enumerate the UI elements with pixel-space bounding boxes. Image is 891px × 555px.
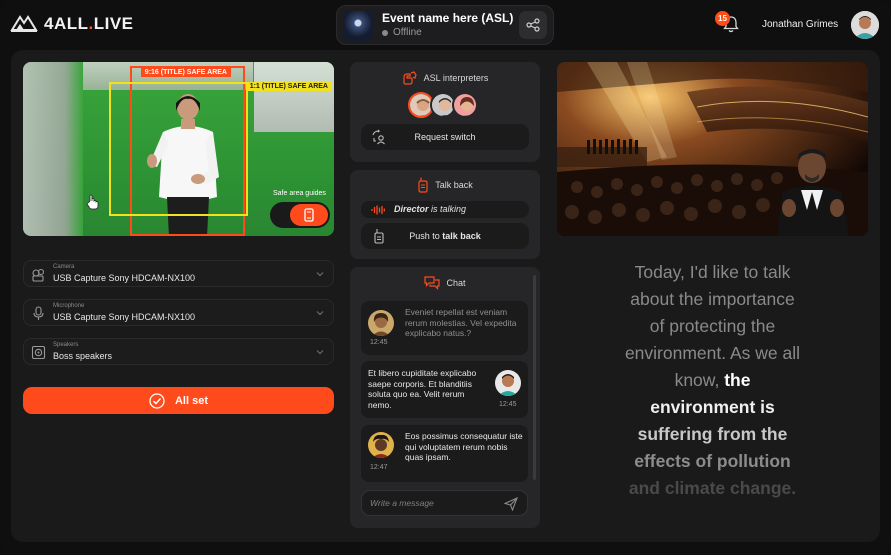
status-dot-icon — [382, 29, 388, 36]
push-to-talk-button[interactable]: Push to talk back — [361, 223, 529, 249]
safe-area-guides-label: Safe area guides — [273, 190, 326, 197]
caption-line: know, the — [674, 370, 751, 390]
event-title: Event name here (ASL) — [382, 11, 514, 25]
chevron-down-icon — [316, 272, 324, 277]
chat-message-text: Et libero cupiditate explicabo saepe cor… — [368, 368, 477, 410]
chat-message-text: Eveniet repellat est veniam rerum molest… — [405, 307, 517, 338]
logo-text: 4ALL.LIVE — [44, 14, 134, 33]
check-circle-icon — [149, 392, 165, 409]
live-captions: Today, I'd like to talk about the import… — [557, 259, 868, 502]
all-set-button[interactable]: All set — [23, 387, 334, 414]
caption-line: effects of pollution — [634, 451, 791, 471]
push-to-talk-label: Push to talk back — [409, 231, 481, 241]
talkback-status: Director is talking — [361, 201, 529, 218]
speakers-select-label: Speakers — [53, 342, 79, 348]
studio-softbox — [254, 62, 334, 132]
chat-avatar — [495, 370, 521, 396]
camera-icon — [32, 268, 45, 282]
speaker-icon — [31, 345, 46, 360]
speakers-select-value: Boss speakers — [53, 351, 113, 361]
user-name[interactable]: Jonathan Grimes — [762, 19, 838, 30]
safe-area-1-1-label: 1:1 (TITLE) SAFE AREA — [245, 82, 332, 91]
microphone-select-label: Microphone — [53, 303, 85, 309]
microphone-select-value: USB Capture Sony HDCAM-NX100 — [53, 312, 196, 322]
chat-avatar — [368, 310, 394, 336]
event-status: Offline — [382, 27, 422, 38]
walkie-talkie-icon — [374, 229, 384, 244]
interpreter-avatar[interactable] — [452, 92, 478, 118]
event-pill[interactable]: Event name here (ASL) Offline — [336, 5, 554, 45]
chat-message: Eveniet repellat est veniam rerum molest… — [361, 301, 528, 355]
event-thumbnail — [343, 11, 373, 41]
chat-header: Chat — [350, 276, 540, 290]
live-video-feed — [557, 62, 868, 236]
chat-input-box — [361, 490, 528, 516]
notification-badge: 15 — [715, 11, 730, 26]
interpreters-card: ASL interpreters Request switch — [350, 62, 540, 162]
interpreters-header: ASL interpreters — [350, 71, 540, 85]
share-button[interactable] — [519, 11, 547, 39]
studio-equipment — [23, 62, 83, 236]
logo[interactable]: 4ALL.LIVE — [10, 14, 134, 34]
chat-message-time: 12:45 — [370, 339, 388, 346]
app-frame: 4ALL.LIVE Event name here (ASL) Offline — [0, 0, 891, 555]
microphone-select[interactable]: Microphone USB Capture Sony HDCAM-NX100 — [23, 299, 334, 326]
phone-frame-icon — [304, 208, 314, 222]
request-switch-label: Request switch — [414, 132, 476, 142]
switch-user-icon — [372, 129, 385, 145]
chat-scrollbar[interactable] — [533, 275, 536, 480]
guides-toggle-knob — [290, 204, 328, 226]
send-icon[interactable] — [504, 497, 518, 511]
caption-line: Today, I'd like to talk — [634, 262, 791, 282]
request-switch-button[interactable]: Request switch — [361, 124, 529, 150]
main-panel: 9:16 (TITLE) SAFE AREA 1:1 (TITLE) SAFE … — [11, 50, 880, 542]
top-bar: 4ALL.LIVE Event name here (ASL) Offline — [0, 0, 891, 50]
concert-hall-video — [557, 62, 868, 236]
caption-line: environment. As we all — [624, 343, 801, 363]
chat-icon — [424, 276, 441, 290]
sign-language-icon — [403, 71, 417, 85]
talkback-status-text: Director is talking — [394, 204, 467, 214]
interpreters-title: ASL interpreters — [423, 73, 489, 83]
user-avatar[interactable] — [851, 11, 879, 39]
audio-wave-icon — [371, 205, 385, 215]
chat-card: Chat Eveniet repellat est veniam rerum m… — [350, 267, 540, 528]
talkback-header: Talk back — [350, 177, 540, 193]
safe-area-9-16-label: 9:16 (TITLE) SAFE AREA — [140, 68, 231, 77]
caption-line: about the importance — [630, 289, 795, 309]
caption-line: environment is — [650, 397, 775, 417]
chat-title: Chat — [446, 278, 466, 288]
chat-message: Et libero cupiditate explicabo saepe cor… — [361, 361, 528, 418]
camera-select-label: Camera — [53, 264, 75, 270]
walkie-talkie-icon — [418, 177, 428, 193]
chat-avatar — [368, 432, 394, 458]
hand-cursor-icon — [86, 194, 99, 210]
interpreter-avatars — [408, 92, 478, 118]
caption-line: and climate change. — [628, 478, 797, 498]
caption-line: suffering from the — [637, 424, 788, 444]
all-set-label: All set — [174, 394, 208, 407]
chevron-down-icon — [316, 311, 324, 316]
camera-select[interactable]: Camera USB Capture Sony HDCAM-NX100 — [23, 260, 334, 287]
talkback-card: Talk back Director is talking Push to ta… — [350, 170, 540, 259]
camera-select-value: USB Capture Sony HDCAM-NX100 — [53, 273, 196, 283]
chat-message-text: Eos possimus consequatur iste qui volupt… — [405, 431, 523, 462]
speakers-select[interactable]: Speakers Boss speakers — [23, 338, 334, 365]
logo-mark-icon — [10, 15, 38, 32]
safe-area-1-1-frame — [109, 82, 248, 216]
talkback-title: Talk back — [435, 180, 473, 190]
microphone-icon — [33, 306, 44, 320]
safe-area-guides-toggle[interactable] — [270, 202, 330, 228]
share-icon — [526, 18, 540, 32]
chat-message: Eos possimus consequatur iste qui volupt… — [361, 425, 528, 482]
chevron-down-icon — [316, 350, 324, 355]
caption-line: of protecting the — [649, 316, 776, 336]
event-status-text: Offline — [393, 27, 422, 38]
chat-message-input[interactable] — [370, 496, 495, 510]
user-avatar-image — [851, 11, 879, 39]
chat-message-time: 12:45 — [499, 401, 517, 408]
camera-preview: 9:16 (TITLE) SAFE AREA 1:1 (TITLE) SAFE … — [23, 62, 334, 236]
chat-message-time: 12:47 — [370, 464, 388, 471]
